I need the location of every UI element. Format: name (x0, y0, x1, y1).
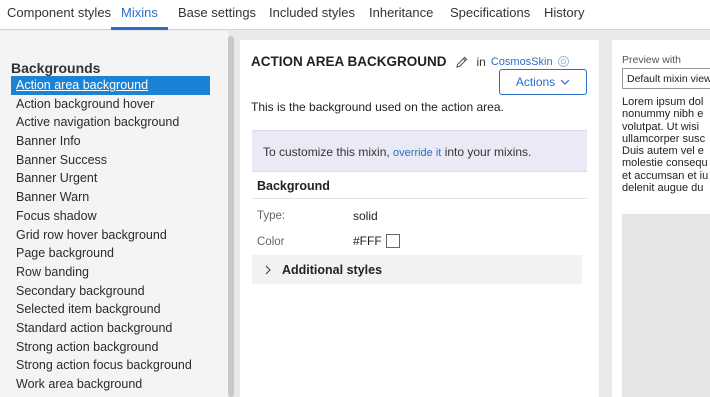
tab-included-styles[interactable]: Included styles (269, 5, 355, 20)
color-value-text: #FFF (353, 234, 382, 248)
preview-panel: Preview with Default mixin view Lorem ip… (612, 40, 710, 397)
preview-text-line: nonummy nibh e (622, 108, 704, 121)
color-swatch[interactable] (385, 234, 400, 248)
tab-specifications[interactable]: Specifications (450, 5, 530, 20)
chevron-right-icon (265, 265, 271, 274)
tab-base-settings[interactable]: Base settings (178, 5, 256, 20)
preview-text-line: volutpat. Ut wisi (622, 120, 700, 133)
mixin-detail-panel: ACTION AREA BACKGROUND in CosmosSkin Act… (240, 40, 599, 397)
sidebar-scrollbar[interactable] (228, 36, 234, 397)
sidebar-item-standard-action-background[interactable]: Standard action background (11, 319, 210, 338)
background-section-title: Background (257, 179, 330, 193)
active-tab-indicator (111, 27, 168, 30)
preview-text-line: et accumsan et iu (622, 169, 709, 182)
tab-inheritance[interactable]: Inheritance (369, 5, 433, 20)
tab-history[interactable]: History (544, 5, 584, 20)
color-label: Color (257, 236, 285, 248)
override-link[interactable]: override it (393, 147, 441, 159)
sidebar-item-strong-action-focus-background[interactable]: Strong action focus background (11, 356, 210, 375)
chevron-down-icon (560, 79, 570, 85)
preview-text-line: Lorem ipsum dol (622, 96, 704, 108)
sidebar-item-banner-info[interactable]: Banner Info (11, 132, 210, 151)
actions-button[interactable]: Actions (499, 69, 587, 95)
sidebar-item-selected-item-background[interactable]: Selected item background (11, 300, 210, 319)
preview-text-line: molestie consequ (622, 157, 708, 170)
skin-link[interactable]: CosmosSkin (491, 56, 553, 68)
sidebar-item-work-area-background[interactable]: Work area background (11, 375, 210, 394)
page-title: ACTION AREA BACKGROUND (251, 54, 447, 69)
tab-mixins[interactable]: Mixins (121, 5, 158, 20)
sidebar-item-secondary-background[interactable]: Secondary background (11, 282, 210, 301)
color-value: #FFF (353, 234, 400, 248)
type-value-text: solid (353, 209, 378, 223)
sidebar-item-focus-shadow[interactable]: Focus shadow (11, 207, 210, 226)
in-label: in (476, 54, 486, 69)
sidebar-item-banner-urgent[interactable]: Banner Urgent (11, 169, 210, 188)
notice-prefix: To customize this mixin, (263, 145, 390, 159)
sidebar-item-banner-success[interactable]: Banner Success (11, 151, 210, 170)
sidebar-item-banner-warn[interactable]: Banner Warn (11, 188, 210, 207)
target-icon[interactable] (557, 55, 570, 68)
divider (252, 198, 587, 199)
preview-text-line: ullamcorper susc (622, 132, 706, 145)
preview-label: Preview with (622, 54, 681, 66)
sidebar-item-page-background[interactable]: Page background (11, 244, 210, 263)
notice-suffix: into your mixins. (444, 145, 532, 159)
tab-component-styles[interactable]: Component styles (7, 5, 111, 20)
sidebar-item-action-background-hover[interactable]: Action background hover (11, 95, 210, 114)
pencil-icon[interactable] (455, 55, 469, 69)
preview-sample-area (622, 214, 710, 397)
additional-styles-label: Additional styles (282, 262, 383, 277)
mixin-description: This is the background used on the actio… (251, 100, 504, 114)
sidebar-list: Action area background Action background… (11, 76, 210, 394)
override-notice: To customize this mixin, override it int… (252, 130, 587, 172)
type-value: solid (353, 209, 378, 223)
sidebar-heading: Backgrounds (11, 60, 101, 76)
additional-styles-accordion[interactable]: Additional styles (252, 255, 582, 284)
sidebar-item-strong-action-background[interactable]: Strong action background (11, 338, 210, 357)
actions-button-label: Actions (515, 75, 556, 89)
preview-text-line: delenit augue du (622, 182, 704, 195)
preview-text-line: Duis autem vel e (622, 145, 704, 158)
sidebar-item-grid-row-hover-background[interactable]: Grid row hover background (11, 226, 210, 245)
top-tab-bar: Component styles Mixins Base settings In… (0, 0, 710, 30)
title-row: ACTION AREA BACKGROUND in CosmosSkin (251, 54, 570, 69)
sidebar-item-active-navigation-background[interactable]: Active navigation background (11, 113, 210, 132)
preview-view-select[interactable]: Default mixin view (622, 68, 710, 89)
preview-sample-text: Lorem ipsum dol nonummy nibh e volutpat.… (622, 96, 710, 194)
sidebar-item-row-banding[interactable]: Row banding (11, 263, 210, 282)
sidebar-item-action-area-background[interactable]: Action area background (11, 76, 210, 95)
type-label: Type: (257, 210, 286, 222)
